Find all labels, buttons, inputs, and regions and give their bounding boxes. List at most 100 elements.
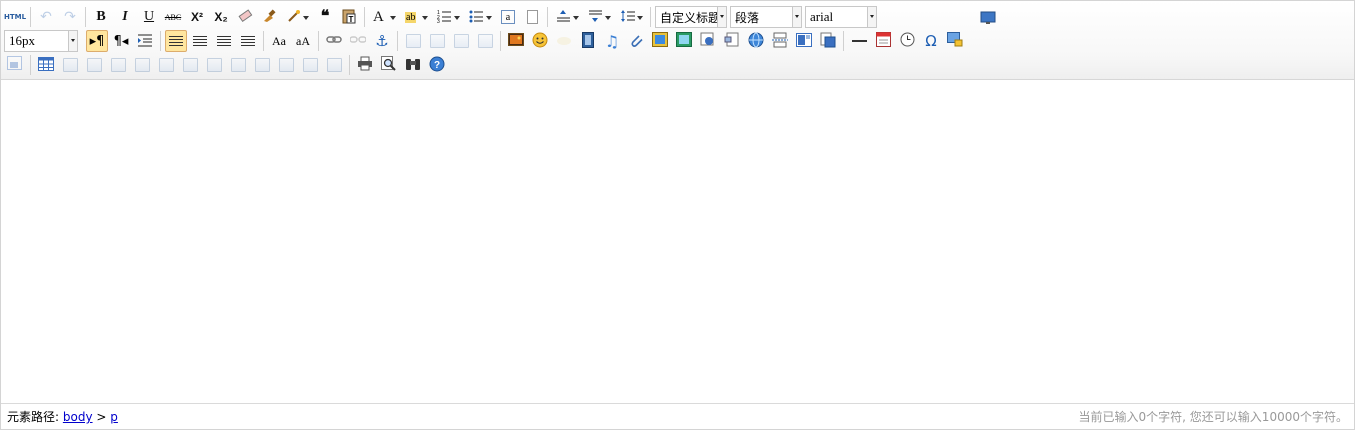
font-family-select[interactable]: arial bbox=[805, 6, 877, 28]
magnifier-icon bbox=[381, 55, 397, 75]
horizontal-rule-button[interactable] bbox=[848, 30, 870, 52]
quote-icon: ❝ bbox=[320, 8, 330, 25]
toolbar-row-3: ? bbox=[4, 53, 450, 77]
insert-col-button[interactable] bbox=[155, 54, 177, 76]
split-to-rows-button[interactable] bbox=[299, 54, 321, 76]
blockquote-button[interactable]: ❝ bbox=[314, 6, 336, 28]
chevron-down-icon bbox=[792, 7, 801, 27]
font-size-select[interactable]: 16px bbox=[4, 30, 78, 52]
align-justify-icon bbox=[241, 35, 255, 47]
autotypeset-button[interactable] bbox=[282, 6, 312, 28]
indent-button[interactable] bbox=[134, 30, 156, 52]
unordered-list-button[interactable] bbox=[465, 6, 495, 28]
italic-button[interactable]: I bbox=[114, 6, 136, 28]
path-p-link[interactable]: p bbox=[110, 410, 118, 424]
insert-video-button[interactable] bbox=[577, 30, 599, 52]
date-button[interactable] bbox=[872, 30, 894, 52]
page-break-button[interactable] bbox=[769, 30, 791, 52]
unlink-button[interactable] bbox=[347, 30, 369, 52]
path-body-link[interactable]: body bbox=[63, 410, 93, 424]
emotion-button[interactable] bbox=[529, 30, 551, 52]
undo-button[interactable]: ↶ bbox=[35, 6, 57, 28]
align-right-button[interactable] bbox=[213, 30, 235, 52]
insert-row-button[interactable] bbox=[107, 54, 129, 76]
anchor-button[interactable]: ⚓ bbox=[371, 30, 393, 52]
fullscreen-button[interactable] bbox=[977, 8, 999, 30]
map-icon bbox=[676, 32, 692, 50]
split-to-cols-button[interactable] bbox=[323, 54, 345, 76]
line-height-button[interactable] bbox=[616, 6, 646, 28]
select-all-button[interactable]: a bbox=[497, 6, 519, 28]
align-left-button[interactable] bbox=[165, 30, 187, 52]
scrawl-button[interactable] bbox=[553, 30, 575, 52]
paste-plain-button[interactable]: T bbox=[338, 6, 360, 28]
separator bbox=[843, 31, 844, 51]
delete-row-icon bbox=[134, 58, 150, 72]
chevron-down-icon bbox=[717, 7, 726, 27]
rtl-direction-button[interactable]: ¶◂ bbox=[110, 30, 132, 52]
wordimage-button[interactable] bbox=[4, 54, 26, 76]
gallery-button[interactable] bbox=[649, 30, 671, 52]
underline-button[interactable]: U bbox=[138, 6, 160, 28]
globe-icon bbox=[748, 32, 764, 51]
image-none-button[interactable] bbox=[402, 30, 424, 52]
template-button[interactable] bbox=[793, 30, 815, 52]
superscript-button[interactable]: X² bbox=[186, 6, 208, 28]
delete-table-button[interactable] bbox=[59, 54, 81, 76]
merge-down-button[interactable] bbox=[251, 54, 273, 76]
clear-doc-button[interactable] bbox=[521, 6, 543, 28]
music-button[interactable]: ♫ bbox=[601, 30, 623, 52]
format-painter-button[interactable] bbox=[258, 6, 280, 28]
image-right-button[interactable] bbox=[450, 30, 472, 52]
source-button[interactable]: HTML bbox=[4, 6, 26, 28]
html-source-icon: HTML bbox=[3, 13, 27, 21]
custom-style-select[interactable]: 自定义标题 bbox=[655, 6, 727, 28]
delete-col-button[interactable] bbox=[179, 54, 201, 76]
split-to-cells-button[interactable] bbox=[275, 54, 297, 76]
separator bbox=[364, 7, 365, 27]
preview-button[interactable] bbox=[378, 54, 400, 76]
print-button[interactable] bbox=[354, 54, 376, 76]
insert-table-button[interactable] bbox=[35, 54, 57, 76]
chevron-down-icon bbox=[303, 16, 309, 20]
link-button[interactable] bbox=[323, 30, 345, 52]
background-button[interactable] bbox=[817, 30, 839, 52]
snapscreen-button[interactable] bbox=[944, 30, 966, 52]
web-page-button[interactable] bbox=[745, 30, 767, 52]
row-spacing-bottom-button[interactable] bbox=[584, 6, 614, 28]
help-button[interactable]: ? bbox=[426, 54, 448, 76]
insert-frame-button[interactable] bbox=[697, 30, 719, 52]
image-icon bbox=[508, 33, 524, 49]
element-path-label: 元素路径: bbox=[7, 410, 60, 424]
redo-button[interactable]: ↷ bbox=[59, 6, 81, 28]
subscript-button[interactable]: X₂ bbox=[210, 6, 232, 28]
image-center-button[interactable] bbox=[474, 30, 496, 52]
lowercase-button[interactable]: aA bbox=[292, 30, 314, 52]
forecolor-button[interactable]: A bbox=[369, 6, 399, 28]
ordered-list-button[interactable]: 123 bbox=[433, 6, 463, 28]
align-center-button[interactable] bbox=[189, 30, 211, 52]
merge-cells-button[interactable] bbox=[203, 54, 225, 76]
insert-code-button[interactable] bbox=[721, 30, 743, 52]
time-button[interactable] bbox=[896, 30, 918, 52]
bold-button[interactable]: B bbox=[90, 6, 112, 28]
delete-row-button[interactable] bbox=[131, 54, 153, 76]
special-chars-button[interactable]: Ω bbox=[920, 30, 942, 52]
editor-content-area[interactable] bbox=[1, 81, 1354, 403]
ltr-direction-button[interactable]: ▸¶ bbox=[86, 30, 108, 52]
align-justify-button[interactable] bbox=[237, 30, 259, 52]
merge-right-button[interactable] bbox=[227, 54, 249, 76]
strikethrough-button[interactable]: ABC bbox=[162, 6, 184, 28]
insert-paragraph-before-table-button[interactable] bbox=[83, 54, 105, 76]
eraser-button[interactable] bbox=[234, 6, 256, 28]
map-button[interactable] bbox=[673, 30, 695, 52]
attachment-button[interactable] bbox=[625, 30, 647, 52]
paragraph-select[interactable]: 段落 bbox=[730, 6, 802, 28]
uppercase-button[interactable]: Aa bbox=[268, 30, 290, 52]
search-replace-button[interactable] bbox=[402, 54, 424, 76]
row-spacing-top-button[interactable] bbox=[552, 6, 582, 28]
page-break-icon bbox=[772, 32, 788, 51]
insert-image-button[interactable] bbox=[505, 30, 527, 52]
image-left-button[interactable] bbox=[426, 30, 448, 52]
backcolor-button[interactable]: ab bbox=[401, 6, 431, 28]
